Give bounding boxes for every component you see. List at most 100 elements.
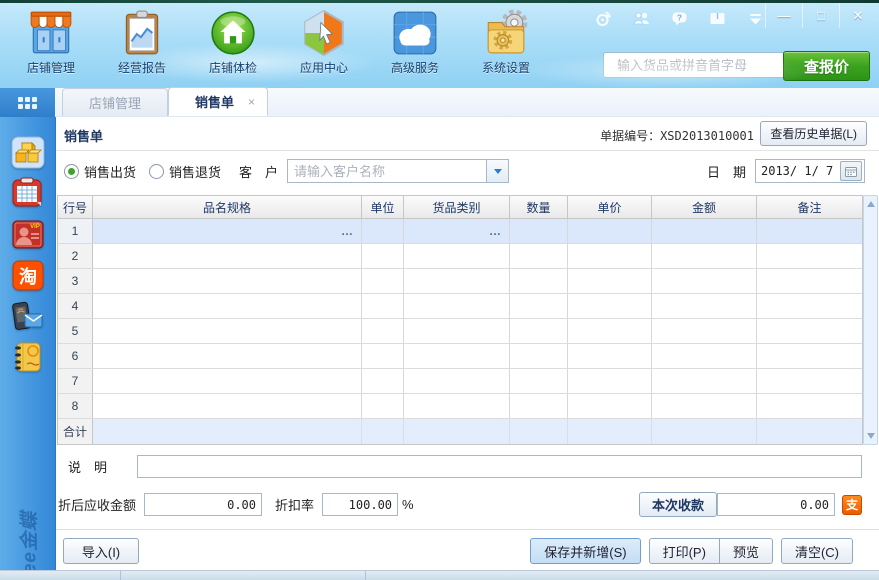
tab-store-management[interactable]: 店铺管理	[62, 88, 168, 116]
cell[interactable]	[757, 294, 862, 318]
discounted-amount-input[interactable]	[144, 493, 262, 516]
cell[interactable]	[652, 369, 757, 393]
toolbar-item-advanced-services[interactable]: 高级服务	[382, 9, 448, 76]
print-button[interactable]: 打印(P)	[649, 538, 720, 564]
row-number-cell[interactable]: 2	[58, 244, 93, 268]
cell[interactable]	[652, 269, 757, 293]
customer-input[interactable]	[288, 160, 486, 182]
weibo-icon[interactable]	[595, 10, 612, 27]
cell[interactable]	[93, 319, 362, 343]
preview-button[interactable]: 预览	[720, 538, 773, 564]
cell[interactable]	[757, 394, 862, 418]
sidebar-item-taobao[interactable]: 淘	[11, 259, 45, 292]
cell[interactable]	[568, 369, 652, 393]
cell[interactable]	[757, 219, 862, 243]
cell[interactable]	[404, 344, 510, 368]
cell[interactable]	[568, 219, 652, 243]
cell[interactable]	[362, 369, 404, 393]
cell[interactable]	[510, 319, 568, 343]
sidebar-item-sms[interactable]	[11, 300, 45, 333]
row-number-cell[interactable]: 8	[58, 394, 93, 418]
payment-label-button[interactable]: 本次收款	[639, 492, 717, 517]
cell[interactable]	[93, 294, 362, 318]
cell-lookup-ellipsis[interactable]: …	[341, 224, 354, 238]
toolbar-item-business-report[interactable]: 经营报告	[109, 9, 175, 76]
dropdown-icon[interactable]	[747, 10, 764, 27]
cell[interactable]	[404, 319, 510, 343]
check-quote-button[interactable]: 查报价	[783, 51, 870, 81]
cell[interactable]	[404, 294, 510, 318]
cell[interactable]	[93, 394, 362, 418]
cell[interactable]	[568, 319, 652, 343]
customer-dropdown-button[interactable]	[486, 160, 508, 182]
table-row[interactable]: 1 … …	[58, 219, 862, 244]
cell[interactable]	[404, 369, 510, 393]
row-number-cell[interactable]: 3	[58, 269, 93, 293]
cell[interactable]	[510, 244, 568, 268]
radio-sales-return[interactable]	[149, 164, 164, 179]
cell[interactable]	[652, 319, 757, 343]
cell[interactable]	[510, 269, 568, 293]
tab-close-icon[interactable]: ×	[248, 95, 255, 109]
cell[interactable]	[93, 269, 362, 293]
clear-button[interactable]: 清空(C)	[781, 538, 853, 564]
cell[interactable]	[93, 344, 362, 368]
toolbar-item-app-center[interactable]: 应用中心	[291, 9, 357, 76]
import-button[interactable]: 导入(I)	[63, 538, 139, 564]
view-history-button[interactable]: 查看历史单据(L)	[760, 121, 867, 146]
cell[interactable]	[510, 394, 568, 418]
note-input[interactable]	[137, 455, 862, 478]
table-row[interactable]: 4	[58, 294, 862, 319]
table-row[interactable]: 8	[58, 394, 862, 419]
cell[interactable]	[510, 219, 568, 243]
cell[interactable]	[757, 319, 862, 343]
table-row[interactable]: 5	[58, 319, 862, 344]
alipay-icon[interactable]: 支	[842, 495, 862, 515]
table-row[interactable]: 3	[58, 269, 862, 294]
cell[interactable]: …	[404, 219, 510, 243]
sidebar-item-goods[interactable]	[11, 136, 45, 169]
cell[interactable]	[568, 294, 652, 318]
sidebar-item-memo[interactable]	[11, 341, 45, 374]
cell[interactable]	[404, 394, 510, 418]
sidebar-item-vip-members[interactable]: VIP	[11, 218, 45, 251]
cell[interactable]	[510, 369, 568, 393]
date-field[interactable]: 2013/ 1/ 7	[755, 159, 865, 183]
nav-menu-button[interactable]	[0, 88, 55, 117]
cell[interactable]	[568, 344, 652, 368]
cell[interactable]	[757, 244, 862, 268]
cell[interactable]	[404, 244, 510, 268]
cell[interactable]	[757, 269, 862, 293]
tab-sales-order[interactable]: 销售单 ×	[168, 87, 268, 116]
cell[interactable]	[510, 344, 568, 368]
row-number-cell[interactable]: 6	[58, 344, 93, 368]
table-row[interactable]: 2	[58, 244, 862, 269]
table-row[interactable]: 7	[58, 369, 862, 394]
minimize-button[interactable]: —	[765, 3, 802, 28]
payment-input[interactable]	[717, 493, 835, 516]
goods-search-box[interactable]	[603, 52, 785, 78]
radio-sales-out[interactable]	[64, 164, 79, 179]
table-row[interactable]: 6	[58, 344, 862, 369]
cell[interactable]	[652, 294, 757, 318]
help-icon[interactable]: ?	[671, 10, 688, 27]
row-number-cell[interactable]: 1	[58, 219, 93, 243]
cell[interactable]	[568, 244, 652, 268]
cell[interactable]	[362, 294, 404, 318]
cell[interactable]	[404, 269, 510, 293]
cell-lookup-ellipsis[interactable]: …	[489, 224, 502, 238]
toolbar-item-system-settings[interactable]: 系统设置	[473, 9, 539, 76]
cell[interactable]	[757, 369, 862, 393]
toolbar-item-store-management[interactable]: 店铺管理	[18, 9, 84, 76]
cell[interactable]	[362, 344, 404, 368]
scroll-down-arrow[interactable]	[867, 433, 875, 439]
cell[interactable]: …	[93, 219, 362, 243]
cell[interactable]	[652, 394, 757, 418]
cell[interactable]	[362, 319, 404, 343]
save-and-new-button[interactable]: 保存并新增(S)	[530, 538, 640, 564]
row-number-cell[interactable]: 5	[58, 319, 93, 343]
cell[interactable]	[362, 219, 404, 243]
toolbar-item-store-checkup[interactable]: 店铺体检	[200, 9, 266, 76]
contacts-icon[interactable]	[633, 10, 650, 27]
maximize-button[interactable]: □	[802, 3, 839, 28]
